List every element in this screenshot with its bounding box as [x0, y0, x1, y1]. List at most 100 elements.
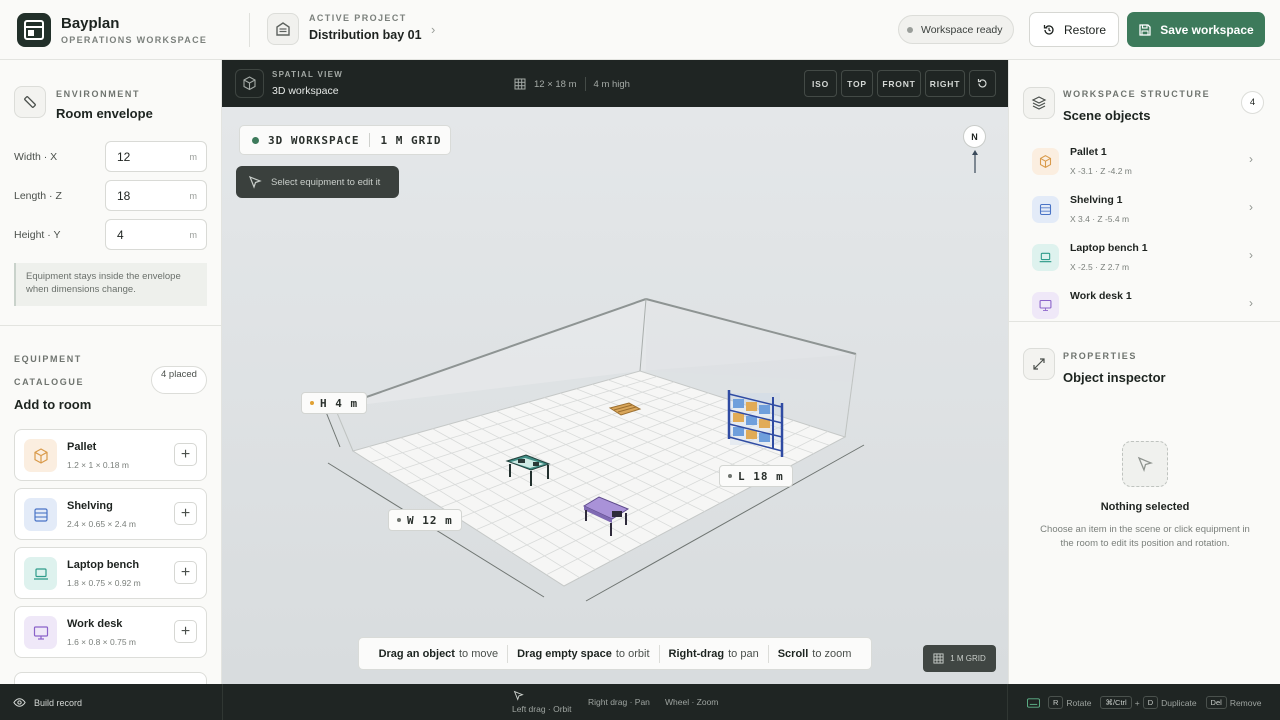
- envelope-note: Equipment stays inside the envelope when…: [14, 263, 207, 306]
- scene-object-pallet-1[interactable]: Pallet 1 X -3.1 · Z -4.2 m ›: [1029, 144, 1269, 188]
- scene-object-laptop-bench-1[interactable]: Laptop bench 1 X -2.5 · Z 2.7 m ›: [1029, 240, 1269, 284]
- environment-title: Room envelope: [56, 106, 153, 121]
- status-dot-icon: [907, 26, 913, 33]
- project-switcher[interactable]: ACTIVE PROJECT Distribution bay 01: [309, 13, 422, 42]
- width-unit: m: [189, 151, 198, 162]
- view-front-button[interactable]: FRONT: [877, 70, 921, 97]
- grid-icon: [514, 78, 526, 90]
- grid-toggle-button[interactable]: 1 M GRID: [923, 645, 996, 672]
- width-label: Width · X: [14, 151, 58, 163]
- length-dimension-label: L 18 m: [719, 465, 793, 487]
- environment-header: ENVIRONMENT Room envelope: [56, 89, 153, 121]
- item-dims: 1.6 × 0.8 × 0.75 m: [67, 637, 136, 647]
- properties-kicker: PROPERTIES: [1063, 351, 1138, 361]
- catalogue-item-pallet[interactable]: Pallet 1.2 × 1 × 0.18 m +: [14, 429, 207, 481]
- project-label: ACTIVE PROJECT: [309, 13, 407, 23]
- expand-icon: [1023, 348, 1055, 380]
- scene-object-list[interactable]: Pallet 1 X -3.1 · Z -4.2 m › Shelving 1 …: [1009, 140, 1280, 320]
- object-name: Work desk 1: [1070, 290, 1132, 302]
- view-iso-button[interactable]: ISO: [804, 70, 837, 97]
- length-input[interactable]: 18 m: [105, 180, 207, 211]
- 3d-viewport[interactable]: SPATIAL VIEW 3D workspace 12 × 18 m 4 m …: [222, 60, 1008, 684]
- chevron-right-icon: ›: [1249, 152, 1253, 166]
- hint-pan-action: Right-drag: [668, 647, 725, 660]
- wheel-hint: Wheel · Zoom: [665, 697, 719, 707]
- cube-icon: [235, 69, 264, 98]
- object-coords: X 3.4 · Z -5.4 m: [1070, 214, 1130, 224]
- brand-name: Bayplan: [61, 15, 120, 32]
- height-dimension-label: H 4 m: [301, 392, 368, 414]
- dim-dot-icon: [397, 518, 401, 522]
- key-rotate: R: [1048, 696, 1064, 709]
- section-divider: [0, 325, 221, 326]
- selection-tip: Select equipment to edit it: [236, 166, 399, 198]
- catalogue-item-partial[interactable]: [14, 672, 207, 684]
- width-value: 12: [117, 149, 131, 164]
- grid-icon: [933, 653, 944, 664]
- length-unit: m: [189, 190, 198, 201]
- item-dims: 2.4 × 0.65 × 2.4 m: [67, 519, 136, 529]
- bottom-bar: Build record Left drag · Orbit Right dra…: [0, 684, 1280, 720]
- key-duplicate: D: [1142, 696, 1159, 709]
- grid-label: 1 M GRID: [380, 133, 442, 147]
- view-right-button[interactable]: RIGHT: [925, 70, 965, 97]
- object-name: Laptop bench 1: [1070, 242, 1148, 254]
- save-workspace-button[interactable]: Save workspace: [1127, 12, 1265, 47]
- brand: Bayplan OPERATIONS WORKSPACE: [61, 15, 207, 45]
- item-dims: 1.2 × 1 × 0.18 m: [67, 460, 129, 470]
- keyboard-icon: [1027, 697, 1040, 708]
- right-panel: WORKSPACE STRUCTURE Scene objects 4 Pall…: [1008, 60, 1280, 684]
- left-drag-hint: Left drag · Orbit: [512, 704, 572, 714]
- catalogue-item-work-desk[interactable]: Work desk 1.6 × 0.8 × 0.75 m +: [14, 606, 207, 658]
- width-input[interactable]: 12 m: [105, 141, 207, 172]
- add-pallet-button[interactable]: +: [174, 443, 197, 466]
- section-divider: [1009, 321, 1280, 322]
- item-name: Pallet: [67, 441, 97, 453]
- ruler-icon: [14, 86, 46, 118]
- item-name: Laptop bench: [67, 559, 140, 571]
- reset-icon: [977, 79, 987, 88]
- catalogue-header: EQUIPMENT CATALOGUE Add to room: [14, 354, 91, 412]
- dim-dot-icon: [728, 474, 732, 478]
- reset-view-button[interactable]: [969, 70, 996, 97]
- left-panel: ENVIRONMENT Room envelope Width · X 12 m …: [0, 60, 222, 684]
- structure-kicker: WORKSPACE STRUCTURE: [1063, 89, 1211, 99]
- add-shelving-button[interactable]: +: [174, 502, 197, 525]
- chevron-right-icon[interactable]: ›: [431, 22, 435, 37]
- project-name: Distribution bay 01: [309, 28, 422, 42]
- key-ctrl: ⌘/Ctrl: [1100, 696, 1132, 709]
- laptop-icon: [1032, 244, 1059, 271]
- catalogue-kicker-1: EQUIPMENT: [14, 354, 82, 364]
- scene-object-shelving-1[interactable]: Shelving 1 X 3.4 · Z -5.4 m ›: [1029, 192, 1269, 236]
- status-badge: Workspace ready: [898, 15, 1014, 44]
- properties-header: PROPERTIES Object inspector: [1063, 351, 1166, 385]
- height-input[interactable]: 4m: [105, 219, 207, 250]
- pointer-icon: [1122, 441, 1168, 487]
- item-name: Shelving: [67, 500, 113, 512]
- scene-object-work-desk-1[interactable]: Work desk 1 ›: [1029, 288, 1269, 320]
- add-laptop-bench-button[interactable]: +: [174, 561, 197, 584]
- catalogue-item-shelving[interactable]: Shelving 2.4 × 0.65 × 2.4 m +: [14, 488, 207, 540]
- restore-button[interactable]: Restore: [1029, 12, 1119, 47]
- dim-dot-icon: [310, 401, 314, 405]
- environment-kicker: ENVIRONMENT: [56, 89, 141, 99]
- object-name: Pallet 1: [1070, 146, 1107, 158]
- chevron-right-icon: ›: [1249, 200, 1253, 214]
- app-logo-icon: [17, 13, 51, 47]
- tip-text: Select equipment to edit it: [271, 176, 381, 188]
- build-record-button[interactable]: Build record: [13, 696, 82, 709]
- build-record-label: Build record: [34, 697, 83, 708]
- hint-move-effect: to move: [458, 647, 499, 660]
- catalogue-item-laptop-bench[interactable]: Laptop bench 1.8 × 0.75 × 0.92 m +: [14, 547, 207, 599]
- controls-hint: Drag an object to move Drag empty space to…: [358, 637, 872, 670]
- height-value: 4: [117, 227, 124, 242]
- height-label: Height · Y: [14, 229, 61, 241]
- object-count-badge: 4: [1241, 91, 1264, 114]
- view-top-button[interactable]: TOP: [841, 70, 873, 97]
- room-size: 12 × 18 m: [534, 78, 577, 90]
- mode-dot-icon: [252, 136, 259, 144]
- shelving-icon: [24, 498, 57, 531]
- length-dim-text: L 18 m: [738, 469, 784, 483]
- monitor-icon: [24, 616, 57, 649]
- add-work-desk-button[interactable]: +: [174, 620, 197, 643]
